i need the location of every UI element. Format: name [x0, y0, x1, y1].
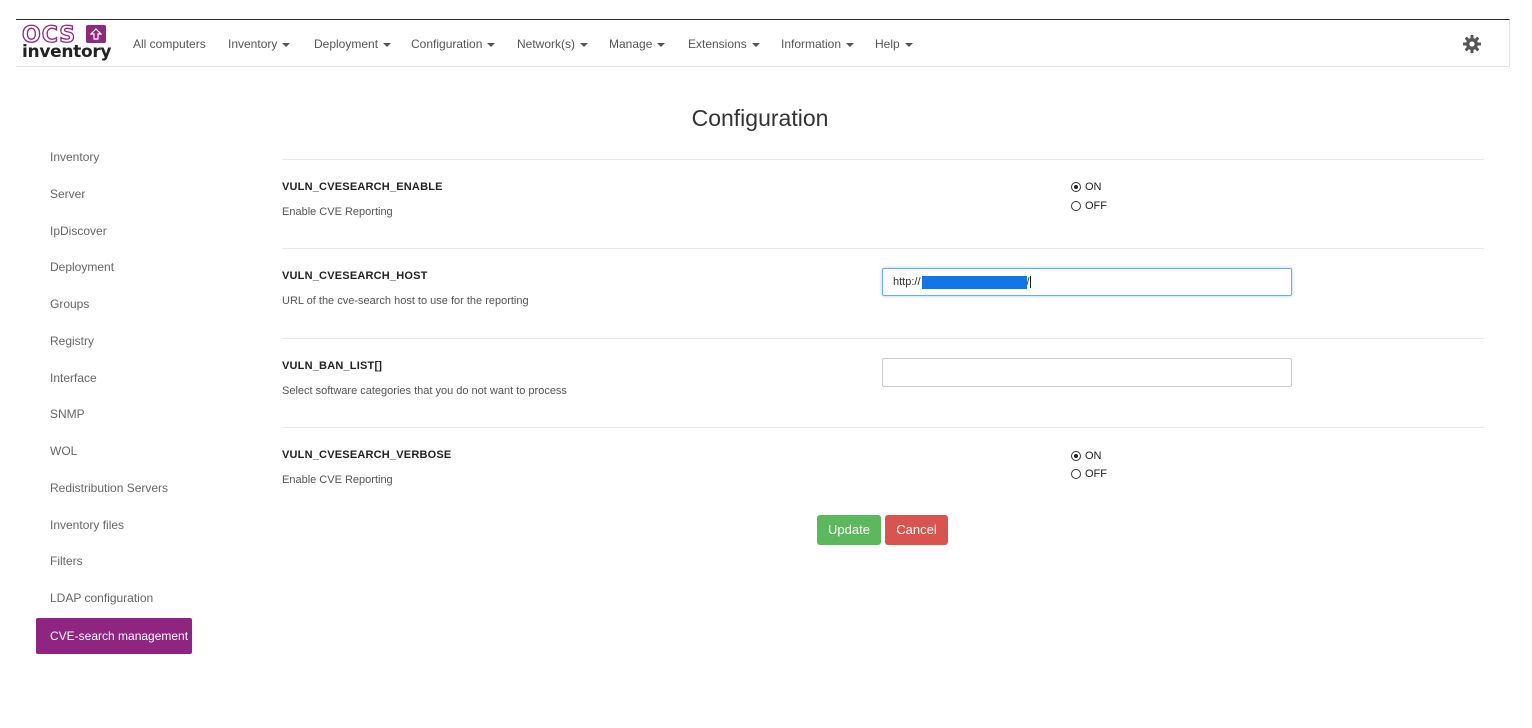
ban-list-input[interactable] — [882, 358, 1292, 387]
row-divider — [282, 159, 1484, 160]
sidebar-item-wol[interactable]: WOL — [36, 433, 192, 469]
radio-checked-icon — [1071, 182, 1081, 192]
nav-deployment[interactable]: Deployment — [314, 37, 392, 51]
caret-down-icon — [580, 42, 589, 47]
sidebar-item-redistribution-servers[interactable]: Redistribution Servers — [36, 470, 192, 506]
sidebar-item-snmp[interactable]: SNMP — [36, 396, 192, 432]
row-divider — [282, 248, 1484, 249]
sidebar-item-filters[interactable]: Filters — [36, 543, 192, 579]
caret-down-icon — [383, 42, 392, 47]
caret-down-icon — [487, 42, 496, 47]
row-divider — [282, 338, 1484, 339]
sidebar-item-ipdiscover[interactable]: IpDiscover — [36, 213, 192, 249]
ocs-inventory-logo[interactable]: OCS inventory — [21, 22, 114, 63]
setting-desc-enable: Enable CVE Reporting — [282, 206, 393, 218]
setting-desc-ban-list: Select software categories that you do n… — [282, 385, 567, 397]
nav-inventory[interactable]: Inventory — [228, 37, 291, 51]
logo-inventory-text: inventory — [22, 42, 112, 62]
radio-unchecked-icon — [1071, 469, 1081, 479]
sidebar-item-deployment[interactable]: Deployment — [36, 249, 192, 285]
setting-key-enable: VULN_CVESEARCH_ENABLE — [282, 181, 443, 193]
verbose-radio-on[interactable]: ON — [1071, 450, 1102, 462]
caret-down-icon — [751, 42, 760, 47]
top-navbar: OCS inventory All computers Inventory De… — [16, 19, 1510, 67]
verbose-radio-off[interactable]: OFF — [1071, 468, 1107, 480]
setting-key-ban-list: VULN_BAN_LIST[] — [282, 360, 383, 372]
sidebar-item-registry[interactable]: Registry — [36, 323, 192, 359]
setting-desc-verbose: Enable CVE Reporting — [282, 474, 393, 486]
nav-manage[interactable]: Manage — [609, 37, 666, 51]
gear-icon[interactable] — [1462, 34, 1482, 54]
caret-down-icon — [846, 42, 855, 47]
update-button[interactable]: Update — [817, 515, 881, 545]
page-title: Configuration — [691, 105, 829, 131]
nav-networks[interactable]: Network(s) — [517, 37, 589, 51]
caret-down-icon — [282, 42, 291, 47]
setting-desc-host: URL of the cve-search host to use for th… — [282, 295, 529, 307]
nav-all-computers[interactable]: All computers — [133, 37, 206, 51]
row-divider — [282, 427, 1484, 428]
nav-configuration[interactable]: Configuration — [411, 37, 496, 51]
sidebar-item-inventory-files[interactable]: Inventory files — [36, 507, 192, 543]
radio-unchecked-icon — [1071, 201, 1081, 211]
nav-extensions[interactable]: Extensions — [688, 37, 760, 51]
enable-radio-off[interactable]: OFF — [1071, 200, 1107, 212]
cancel-button[interactable]: Cancel — [885, 515, 948, 545]
enable-radio-on[interactable]: ON — [1071, 181, 1102, 193]
logo-arrow-icon — [86, 25, 106, 43]
nav-information[interactable]: Information — [781, 37, 855, 51]
setting-key-verbose: VULN_CVESEARCH_VERBOSE — [282, 449, 452, 461]
radio-checked-icon — [1071, 451, 1081, 461]
caret-down-icon — [904, 42, 913, 47]
sidebar-item-server[interactable]: Server — [36, 176, 192, 212]
caret-down-icon — [657, 42, 666, 47]
nav-help[interactable]: Help — [875, 37, 913, 51]
sidebar-item-groups[interactable]: Groups — [36, 286, 192, 322]
setting-key-host: VULN_CVESEARCH_HOST — [282, 270, 428, 282]
sidebar-item-cve-search-management[interactable]: CVE-search management — [36, 618, 192, 654]
sidebar-item-interface[interactable]: Interface — [36, 360, 192, 396]
sidebar-item-inventory[interactable]: Inventory — [36, 139, 192, 175]
text-cursor — [1029, 276, 1031, 289]
sidebar-item-ldap-configuration[interactable]: LDAP configuration — [36, 580, 192, 616]
selected-redacted-text — [921, 275, 1027, 289]
cvesearch-host-input[interactable]: http:/// — [882, 268, 1292, 296]
